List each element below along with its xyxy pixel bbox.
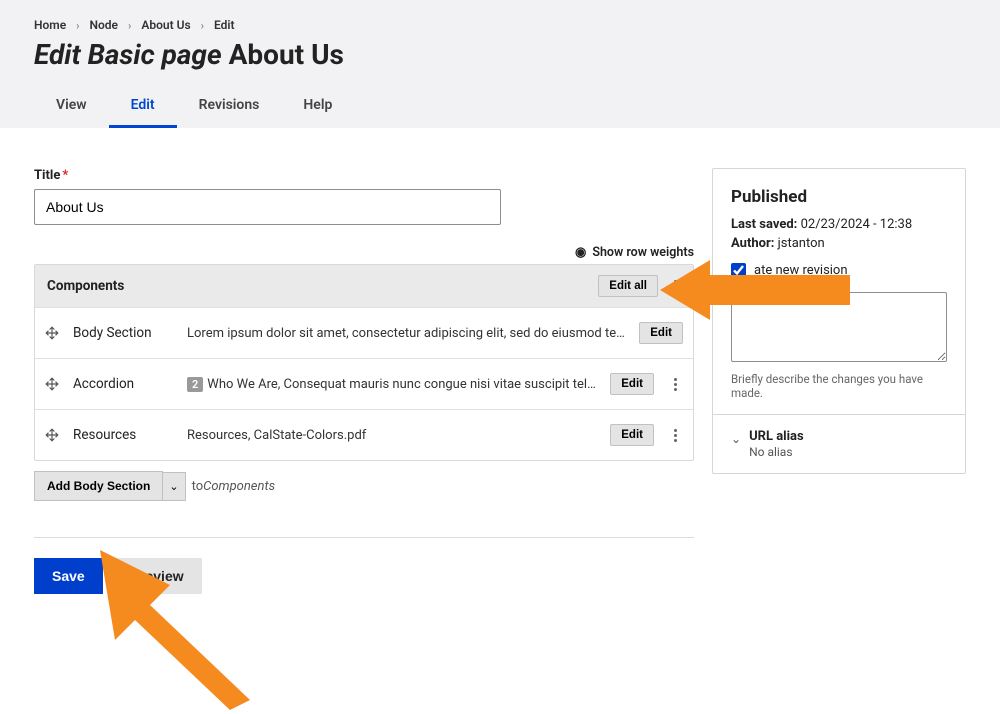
page-title: Edit Basic page About Us xyxy=(34,38,966,71)
create-new-revision-checkbox[interactable]: ate new revision xyxy=(731,263,947,278)
breadcrumb-home[interactable]: Home xyxy=(34,18,66,32)
save-button[interactable]: Save xyxy=(34,558,103,594)
breadcrumb: Home › Node › About Us › Edit xyxy=(34,18,966,32)
revision-help-text: Briefly describe the changes you have ma… xyxy=(731,372,947,400)
chevron-right-icon: › xyxy=(76,19,79,32)
drag-handle-icon[interactable] xyxy=(45,326,59,340)
chevron-down-icon: ⌄ xyxy=(169,481,178,493)
show-row-weights-toggle[interactable]: ◉ Show row weights xyxy=(34,245,694,260)
drag-handle-icon[interactable] xyxy=(45,377,59,391)
title-input[interactable] xyxy=(34,189,501,225)
component-row-accordion: Accordion 2Who We Are, Consequat mauris … xyxy=(35,358,693,409)
url-alias-title: URL alias xyxy=(749,429,804,444)
chevron-down-icon: ⌄ xyxy=(731,429,741,446)
edit-button[interactable]: Edit xyxy=(639,322,683,344)
edit-all-button[interactable]: Edit all xyxy=(598,275,658,297)
revision-log-textarea[interactable] xyxy=(731,292,947,362)
author: Author: jstanton xyxy=(731,236,947,251)
title-label: Title* xyxy=(34,168,694,183)
edit-button[interactable]: Edit xyxy=(610,373,654,395)
chevron-right-icon: › xyxy=(128,19,131,32)
breadcrumb-about-us[interactable]: About Us xyxy=(141,18,190,32)
revision-checkbox-input[interactable] xyxy=(731,263,746,278)
published-heading: Published xyxy=(731,187,947,207)
component-row-body-section: Body Section Lorem ipsum dolor sit amet,… xyxy=(35,307,693,358)
tab-view[interactable]: View xyxy=(34,87,109,128)
component-summary: 2Who We Are, Consequat mauris nunc congu… xyxy=(187,377,596,392)
url-alias-toggle[interactable]: ⌄ URL alias No alias xyxy=(713,414,965,473)
component-row-resources: Resources Resources, CalState-Colors.pdf… xyxy=(35,409,693,460)
count-badge: 2 xyxy=(187,377,203,392)
components-table: Components Edit all Body Section Lorem i… xyxy=(34,264,694,461)
primary-tabs: View Edit Revisions Help xyxy=(34,87,966,128)
row-menu-icon[interactable] xyxy=(668,425,683,446)
components-heading: Components xyxy=(47,278,124,294)
edit-button[interactable]: Edit xyxy=(610,424,654,446)
add-dropdown-toggle[interactable]: ⌄ xyxy=(163,472,185,501)
revision-checkbox-label: ate new revision xyxy=(754,263,848,278)
divider xyxy=(34,537,694,538)
breadcrumb-node[interactable]: Node xyxy=(90,18,119,32)
add-suffix-text: toComponents xyxy=(192,479,276,494)
component-name: Body Section xyxy=(73,325,173,341)
tab-edit[interactable]: Edit xyxy=(109,87,177,128)
chevron-right-icon: › xyxy=(201,19,204,32)
tab-help[interactable]: Help xyxy=(281,87,354,128)
drag-handle-icon[interactable] xyxy=(45,428,59,442)
component-name: Resources xyxy=(73,427,173,443)
component-name: Accordion xyxy=(73,376,173,392)
last-saved: Last saved: 02/23/2024 - 12:38 xyxy=(731,217,947,232)
eye-icon: ◉ xyxy=(575,245,586,260)
tab-revisions[interactable]: Revisions xyxy=(177,87,282,128)
url-alias-subtitle: No alias xyxy=(749,445,804,459)
row-menu-icon[interactable] xyxy=(668,374,683,395)
component-summary: Lorem ipsum dolor sit amet, consectetur … xyxy=(187,326,625,341)
components-menu-icon[interactable] xyxy=(668,276,683,297)
sidebar: Published Last saved: 02/23/2024 - 12:38… xyxy=(712,168,966,474)
preview-button[interactable]: Preview xyxy=(113,558,202,594)
add-body-section-button[interactable]: Add Body Section xyxy=(34,471,163,501)
component-summary: Resources, CalState-Colors.pdf xyxy=(187,428,596,443)
breadcrumb-current: Edit xyxy=(214,18,235,32)
